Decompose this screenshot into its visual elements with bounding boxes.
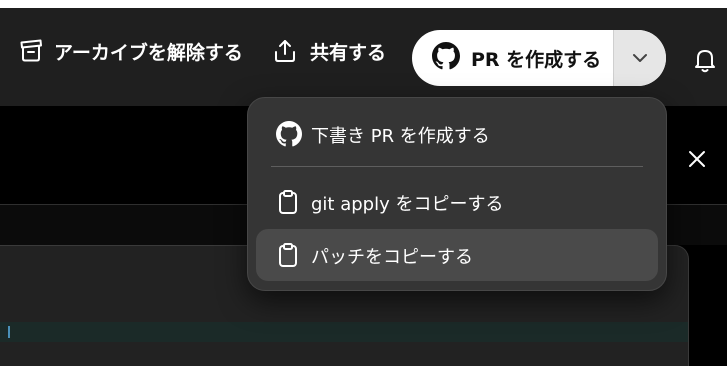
menu-item-label: git apply をコピーする bbox=[311, 194, 504, 215]
pr-options-menu: 下書き PR を作成する git apply をコピーする パッチをコピーする bbox=[247, 97, 667, 291]
menu-item-label: 下書き PR を作成する bbox=[311, 126, 490, 147]
chevron-down-icon bbox=[631, 49, 649, 68]
github-icon bbox=[432, 41, 460, 75]
clipboard-icon bbox=[276, 189, 300, 220]
close-icon[interactable] bbox=[686, 148, 708, 174]
create-pr-label: PR を作成する bbox=[471, 48, 602, 71]
menu-divider bbox=[271, 166, 643, 167]
create-pr-button[interactable]: PR を作成する bbox=[412, 30, 613, 86]
menu-item-copy-patch[interactable]: パッチをコピーする bbox=[256, 229, 658, 281]
menu-item-create-draft-pr[interactable]: 下書き PR を作成する bbox=[256, 108, 658, 160]
diff-code-line bbox=[0, 322, 688, 342]
share-label: 共有する bbox=[310, 41, 387, 64]
unarchive-button[interactable]: アーカイブを解除する bbox=[18, 24, 243, 78]
menu-item-copy-git-apply[interactable]: git apply をコピーする bbox=[256, 176, 658, 228]
menu-item-label: パッチをコピーする bbox=[311, 247, 473, 268]
create-pr-split-button: PR を作成する bbox=[412, 30, 666, 86]
diff-line-marker bbox=[8, 326, 10, 338]
top-edge-strip bbox=[0, 0, 727, 8]
share-icon bbox=[272, 38, 298, 64]
unarchive-label: アーカイブを解除する bbox=[54, 41, 243, 64]
clipboard-icon bbox=[276, 242, 300, 273]
github-icon bbox=[276, 121, 302, 152]
share-button[interactable]: 共有する bbox=[272, 24, 386, 78]
notifications-bell-icon[interactable] bbox=[692, 46, 718, 78]
archive-box-icon bbox=[18, 38, 44, 64]
